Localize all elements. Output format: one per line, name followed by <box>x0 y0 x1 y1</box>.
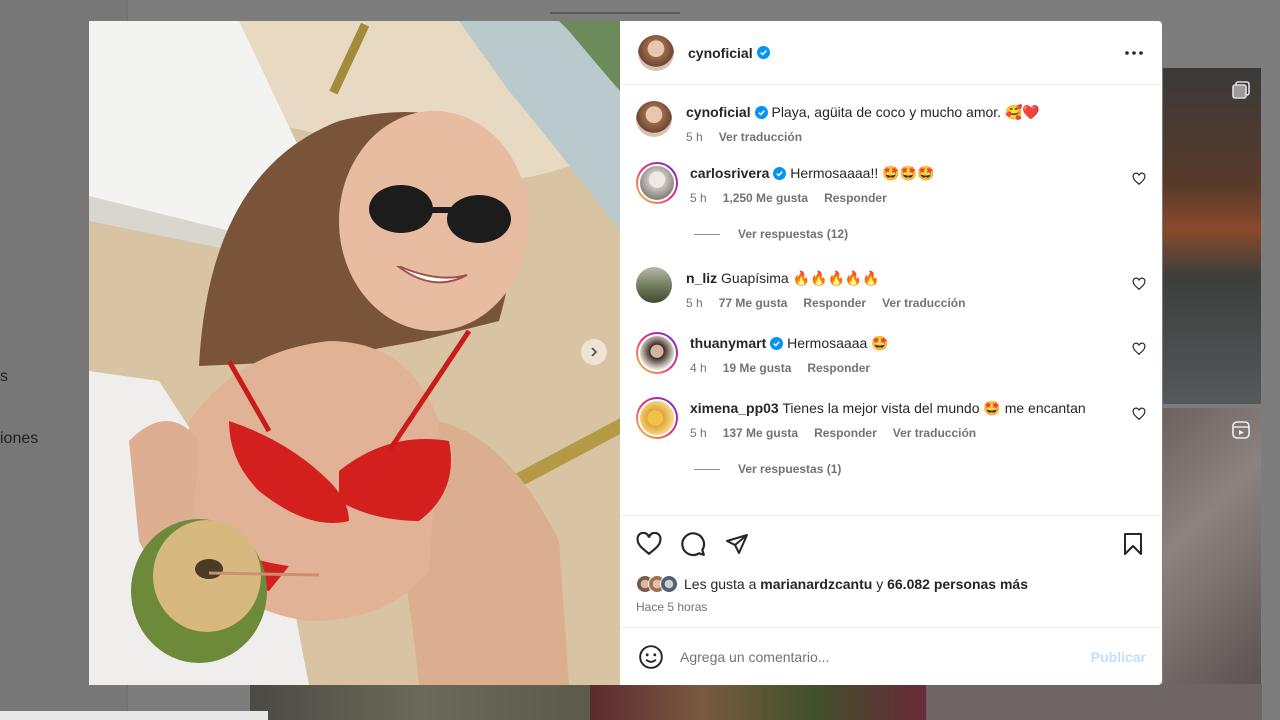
story-ring[interactable] <box>636 332 678 374</box>
replies-dash <box>694 233 720 235</box>
comment-likes-count[interactable]: 137 Me gusta <box>723 426 798 440</box>
beach-selfie-image <box>89 21 620 685</box>
send-paper-plane-icon <box>726 534 748 554</box>
background-sidebar-fragment: iones <box>0 430 39 447</box>
comment-item: thuanymart Hermosaaaa 🤩 4 h 19 Me gusta … <box>636 332 1146 375</box>
chevron-right-icon <box>591 347 598 357</box>
view-replies-link[interactable]: Ver respuestas (1) <box>694 462 1146 476</box>
view-replies-link[interactable]: Ver respuestas (12) <box>694 227 1146 241</box>
comment-item: ximena_pp03 Tienes la mejor vista del mu… <box>636 397 1146 440</box>
bookmark-icon <box>1124 533 1142 555</box>
comments-list[interactable]: cynoficial Playa, agüita de coco y mucho… <box>620 85 1162 515</box>
background-grid-post[interactable] <box>1163 68 1261 404</box>
author-avatar[interactable] <box>636 101 672 137</box>
caption-time: 5 h <box>686 130 703 144</box>
publish-button[interactable]: Publicar <box>1091 649 1146 665</box>
reels-icon <box>1232 421 1250 439</box>
reply-link[interactable]: Responder <box>803 296 866 310</box>
commenter-avatar <box>638 334 676 372</box>
verified-badge-icon <box>773 167 787 180</box>
comment-like-heart-icon[interactable] <box>1132 407 1146 421</box>
likes-connector: y <box>876 576 884 592</box>
background-grid-post[interactable] <box>250 684 590 720</box>
comment-text: Guapísima 🔥🔥🔥🔥🔥 <box>721 270 880 286</box>
verified-badge-icon <box>770 337 784 350</box>
likes-summary: Les gusta a marianardzcantu y 66.082 per… <box>636 575 1146 593</box>
taskbar-fragment <box>0 711 268 720</box>
post-header: cynoficial <box>620 21 1162 85</box>
comment-bubble-icon <box>681 532 706 557</box>
background-grid-post[interactable] <box>590 684 926 720</box>
comment-input[interactable] <box>680 648 1091 665</box>
caption-translate-link[interactable]: Ver traducción <box>719 130 802 144</box>
post-details-panel: cynoficial cynoficial Playa, agüita de c… <box>620 21 1162 685</box>
reply-link[interactable]: Responder <box>814 426 877 440</box>
liker-avatar <box>660 575 678 593</box>
post-actions: Les gusta a marianardzcantu y 66.082 per… <box>620 515 1162 627</box>
comment-like-heart-icon[interactable] <box>1132 172 1146 186</box>
likes-text: Les gusta a marianardzcantu y 66.082 per… <box>684 576 1028 592</box>
reply-link[interactable]: Responder <box>824 191 887 205</box>
like-button[interactable] <box>636 531 662 557</box>
commenter-avatar <box>638 164 676 202</box>
comment-text: Hermosaaaa 🤩 <box>787 335 889 351</box>
comment-time: 5 h <box>686 296 703 310</box>
comment-text: Hermosaaaa!! 🤩🤩🤩 <box>790 165 935 181</box>
reply-link[interactable]: Responder <box>807 361 870 375</box>
save-button[interactable] <box>1120 531 1146 557</box>
comment-button[interactable] <box>680 531 706 557</box>
comment-time: 4 h <box>690 361 707 375</box>
likes-prefix: Les gusta a <box>684 576 757 592</box>
more-options-button[interactable] <box>1122 41 1146 65</box>
background-tab-indicator <box>550 12 680 14</box>
comment-composer: Publicar <box>620 627 1162 685</box>
comment-username[interactable]: carlosrivera <box>690 165 769 181</box>
comment-like-heart-icon[interactable] <box>1132 342 1146 356</box>
comment-username[interactable]: n_liz <box>686 270 717 286</box>
story-ring[interactable] <box>636 397 678 439</box>
post-photo[interactable] <box>89 21 620 685</box>
carousel-icon <box>1232 81 1250 99</box>
verified-badge-icon <box>756 46 770 59</box>
background-sidebar-fragment: s <box>0 368 8 385</box>
author-avatar[interactable] <box>638 34 674 71</box>
view-replies-label[interactable]: Ver respuestas (1) <box>738 462 841 476</box>
heart-icon <box>636 532 662 556</box>
comment-username[interactable]: ximena_pp03 <box>690 400 779 416</box>
comment-likes-count[interactable]: 77 Me gusta <box>719 296 788 310</box>
post-caption: cynoficial Playa, agüita de coco y mucho… <box>636 101 1146 144</box>
comment-time: 5 h <box>690 191 707 205</box>
verified-badge-icon <box>754 106 768 119</box>
view-replies-label[interactable]: Ver respuestas (12) <box>738 227 848 241</box>
comment-item: n_liz Guapísima 🔥🔥🔥🔥🔥 5 h 77 Me gusta Re… <box>636 267 1146 310</box>
carousel-next-button[interactable] <box>581 339 607 365</box>
comment-username[interactable]: thuanymart <box>690 335 766 351</box>
comment-item: carlosrivera Hermosaaaa!! 🤩🤩🤩 5 h 1,250 … <box>636 162 1146 205</box>
story-ring[interactable] <box>636 162 678 204</box>
share-button[interactable] <box>724 531 750 557</box>
background-grid-post[interactable] <box>926 684 1262 720</box>
commenter-avatar <box>638 399 676 437</box>
author-username[interactable]: cynoficial <box>688 45 753 61</box>
translate-link[interactable]: Ver traducción <box>893 426 976 440</box>
comment-time: 5 h <box>690 426 707 440</box>
caption-text: Playa, agüita de coco y mucho amor. 🥰❤️ <box>771 104 1040 120</box>
post-timestamp: Hace 5 horas <box>636 600 708 614</box>
emoji-picker-button[interactable] <box>638 644 664 670</box>
comment-likes-count[interactable]: 19 Me gusta <box>723 361 792 375</box>
liker-username[interactable]: marianardzcantu <box>760 576 872 592</box>
background-grid-post[interactable] <box>1163 408 1261 688</box>
comment-likes-count[interactable]: 1,250 Me gusta <box>723 191 808 205</box>
caption-username[interactable]: cynoficial <box>686 104 751 120</box>
commenter-avatar[interactable] <box>636 267 672 303</box>
replies-dash <box>694 468 720 470</box>
action-buttons-row <box>636 528 1146 560</box>
translate-link[interactable]: Ver traducción <box>882 296 965 310</box>
post-modal: cynoficial cynoficial Playa, agüita de c… <box>89 21 1162 685</box>
likes-others-count[interactable]: 66.082 personas más <box>887 576 1028 592</box>
more-horizontal-icon <box>1125 50 1143 55</box>
smiley-icon <box>639 644 663 669</box>
comment-text: Tienes la mejor vista del mundo 🤩 me enc… <box>782 400 1086 416</box>
comment-like-heart-icon[interactable] <box>1132 277 1146 291</box>
